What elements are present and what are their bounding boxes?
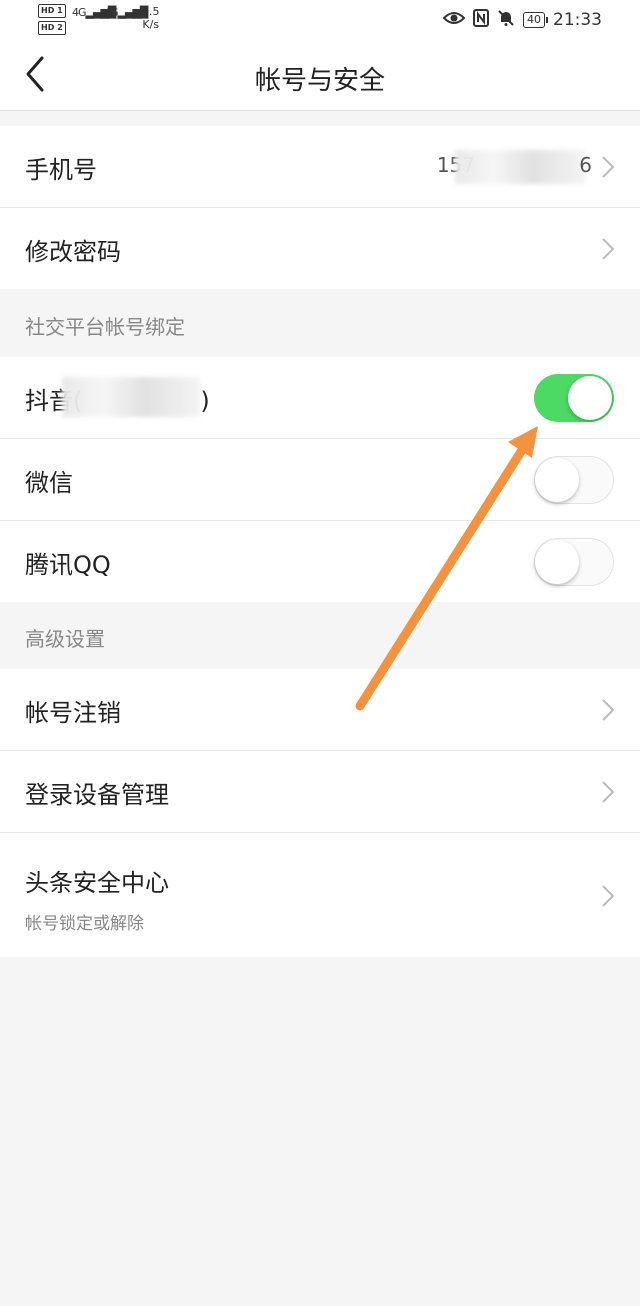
change-password-row[interactable]: 修改密码 <box>0 208 640 289</box>
wechat-label: 微信 <box>25 469 73 497</box>
advanced-section-title: 高级设置 <box>25 627 105 651</box>
qq-row: 腾讯QQ <box>0 521 640 602</box>
toggle-knob <box>535 458 579 502</box>
wechat-toggle[interactable] <box>534 456 614 504</box>
status-right: 40 21:33 <box>442 9 602 31</box>
social-section-header: 社交平台帐号绑定 <box>0 291 640 357</box>
social-group: 抖音() 微信 腾讯QQ <box>0 357 640 602</box>
douyin-privacy-mask <box>62 377 200 417</box>
status-bar: HD 1 HD 2 4G▂▄▆█ 4G▂▄▆█ 4.5 K/s 40 21:33 <box>0 0 640 40</box>
nfc-icon <box>473 9 489 31</box>
wechat-row: 微信 <box>0 439 640 521</box>
douyin-toggle[interactable] <box>534 374 614 422</box>
bell-muted-icon <box>497 9 515 31</box>
device-management-label: 登录设备管理 <box>25 781 169 809</box>
device-management-row[interactable]: 登录设备管理 <box>0 751 640 833</box>
phone-label: 手机号 <box>25 156 97 184</box>
phone-privacy-mask <box>455 150 585 184</box>
toggle-knob <box>568 376 612 420</box>
sim-indicators: HD 1 HD 2 <box>38 4 68 35</box>
advanced-group: 帐号注销 登录设备管理 头条安全中心 帐号锁定或解除 <box>0 669 640 957</box>
account-cancel-label: 帐号注销 <box>25 699 121 727</box>
account-group: 手机号 157 6 修改密码 <box>0 126 640 289</box>
chevron-right-icon <box>602 885 615 907</box>
security-center-label: 头条安全中心 <box>25 869 169 897</box>
eye-icon <box>442 10 466 30</box>
phone-row[interactable]: 手机号 157 6 <box>0 126 640 208</box>
network-speed-unit: K/s <box>142 18 160 31</box>
clock: 21:33 <box>553 10 602 30</box>
hd-badge-2: HD 2 <box>38 21 66 35</box>
signal-icon-2: 4G▂▄▆█ <box>104 6 148 19</box>
advanced-section-header: 高级设置 <box>0 603 640 669</box>
chevron-right-icon <box>602 699 615 721</box>
toggle-knob <box>535 540 579 584</box>
chevron-right-icon <box>602 781 615 803</box>
security-center-row[interactable]: 头条安全中心 帐号锁定或解除 <box>0 833 640 957</box>
network-speed-value: 4.5 <box>142 5 160 18</box>
qq-label: 腾讯QQ <box>25 551 111 579</box>
phone-value-suffix: 6 <box>579 153 592 177</box>
account-cancel-row[interactable]: 帐号注销 <box>0 669 640 751</box>
chevron-right-icon <box>602 156 615 178</box>
battery-icon: 40 <box>523 12 548 28</box>
qq-toggle[interactable] <box>534 538 614 586</box>
social-section-title: 社交平台帐号绑定 <box>25 315 185 339</box>
network-speed: 4.5 K/s <box>142 5 160 31</box>
nav-bar: 帐号与安全 <box>0 40 640 111</box>
change-password-label: 修改密码 <box>25 238 121 266</box>
chevron-right-icon <box>602 238 615 260</box>
hd-badge-1: HD 1 <box>38 4 66 18</box>
security-center-sublabel: 帐号锁定或解除 <box>25 914 144 934</box>
page-title: 帐号与安全 <box>254 66 385 96</box>
douyin-row: 抖音() <box>0 357 640 439</box>
